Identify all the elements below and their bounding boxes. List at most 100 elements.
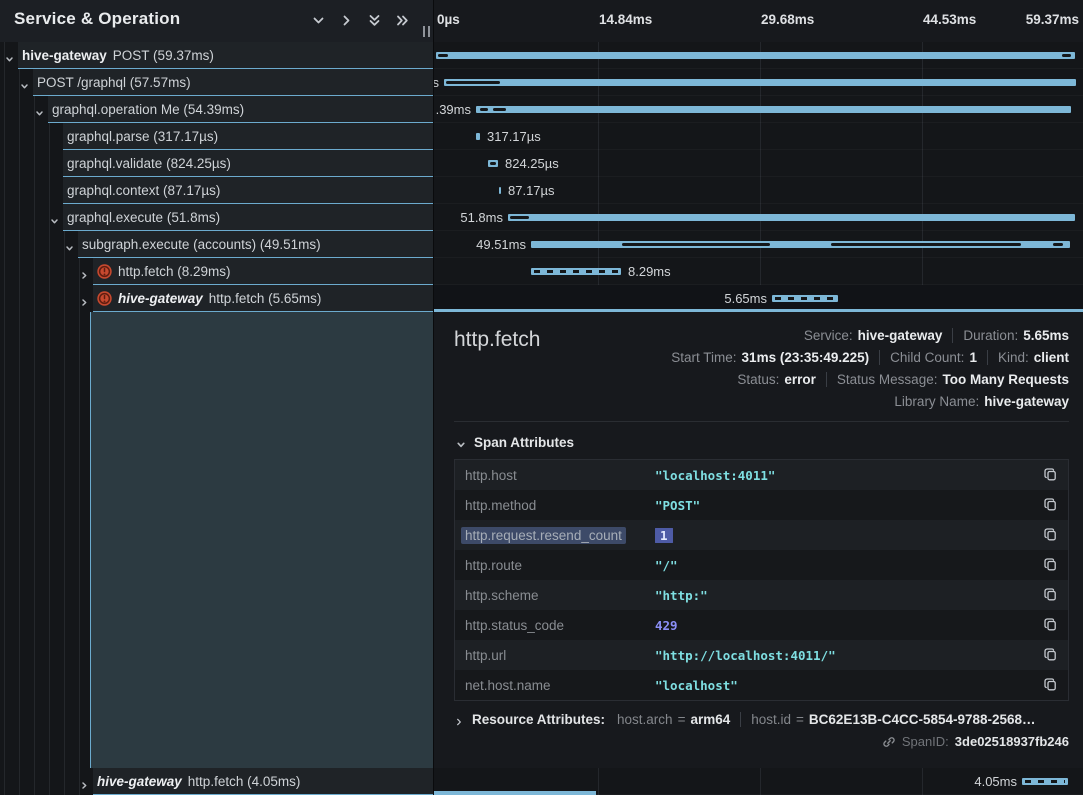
tree-row[interactable]: hive-gateway http.fetch (5.65ms) <box>0 285 434 312</box>
axis-tick-label: 14.84ms <box>599 12 652 27</box>
tree-row-content[interactable]: http.fetch (8.29ms) <box>93 258 434 285</box>
copy-button[interactable] <box>1042 467 1058 483</box>
tree-row-content[interactable]: subgraph.execute (accounts) (49.51ms) <box>78 231 434 258</box>
chevrons-down-icon[interactable] <box>367 13 382 28</box>
tree-row-content[interactable]: hive-gatewayhttp.fetch (4.05ms) <box>93 768 434 795</box>
span-bar[interactable] <box>531 241 1070 248</box>
copy-button[interactable] <box>1042 677 1058 693</box>
chevron-down-icon[interactable] <box>20 78 29 87</box>
span-meta-line: Start Time:31ms (23:35:49.225)Child Coun… <box>671 346 1069 368</box>
chevron-right-icon <box>454 715 464 725</box>
tree-row[interactable]: POST /graphql (57.57ms) <box>0 69 434 96</box>
chevron-right-icon[interactable] <box>80 777 89 786</box>
timeline-row[interactable] <box>434 42 1083 69</box>
resource-attributes-title: Resource Attributes: <box>472 712 605 727</box>
tree-row[interactable]: graphql.context (87.17µs) <box>0 177 434 204</box>
chevron-down-icon[interactable] <box>35 105 44 114</box>
span-bar[interactable] <box>444 79 1076 86</box>
span-label: http.fetch (5.65ms) <box>209 291 322 306</box>
span-bar[interactable] <box>476 133 480 140</box>
span-bar[interactable] <box>1022 778 1068 785</box>
axis-tick-label: 59.37ms <box>1026 12 1079 27</box>
tree-row-content[interactable]: hive-gateway http.fetch (5.65ms) <box>93 285 434 312</box>
chevron-down-icon[interactable] <box>311 13 326 28</box>
tree-row-content[interactable]: graphql.context (87.17µs) <box>63 177 434 204</box>
tree-row-content[interactable]: graphql.operation Me (54.39ms) <box>48 96 434 123</box>
copy-icon <box>1043 680 1058 695</box>
span-bar[interactable] <box>508 214 1075 221</box>
span-bar[interactable] <box>488 160 498 167</box>
copy-button[interactable] <box>1042 617 1058 633</box>
attribute-value: "http:" <box>655 588 1042 603</box>
meta-value: 1 <box>969 350 977 365</box>
panel-resize-handle[interactable] <box>423 26 430 37</box>
timeline-row[interactable]: 5.65ms <box>434 285 1083 312</box>
tree-row[interactable]: graphql.operation Me (54.39ms) <box>0 96 434 123</box>
resource-key: host.id <box>751 712 791 727</box>
tree-row[interactable]: hive-gatewayPOST (59.37ms) <box>0 42 434 69</box>
tree-header-actions <box>311 13 410 28</box>
span-bar[interactable] <box>499 187 501 194</box>
timeline-row[interactable]: .39ms <box>434 96 1083 123</box>
meta-divider <box>987 350 988 365</box>
timeline-row[interactable]: 8.29ms <box>434 258 1083 285</box>
tree-row-content[interactable]: POST /graphql (57.57ms) <box>33 69 434 96</box>
resource-divider <box>740 712 741 727</box>
copy-button[interactable] <box>1042 557 1058 573</box>
span-label: POST (59.37ms) <box>113 48 214 63</box>
bar-self-time-mark <box>438 54 448 57</box>
copy-button[interactable] <box>1042 497 1058 513</box>
span-attributes-title: Span Attributes <box>474 435 574 450</box>
timeline-row[interactable]: s <box>434 69 1083 96</box>
bar-dash-pattern <box>775 297 835 300</box>
tree-row[interactable]: graphql.validate (824.25µs) <box>0 150 434 177</box>
chevron-down-icon[interactable] <box>65 240 74 249</box>
tree-row-content[interactable]: graphql.validate (824.25µs) <box>63 150 434 177</box>
tree-row-content[interactable]: graphql.execute (51.8ms) <box>63 204 434 231</box>
copy-button[interactable] <box>1042 647 1058 663</box>
span-bar[interactable] <box>476 106 1071 113</box>
timeline-row[interactable]: 49.51ms <box>434 231 1083 258</box>
timeline-row[interactable]: 824.25µs <box>434 150 1083 177</box>
tree-row-content[interactable]: graphql.parse (317.17µs) <box>63 123 434 150</box>
resource-value: arm64 <box>690 712 730 727</box>
chevron-right-icon[interactable] <box>80 267 89 276</box>
timeline-row[interactable]: 87.17µs <box>434 177 1083 204</box>
span-attributes-header[interactable]: Span Attributes <box>456 435 1069 450</box>
span-bar[interactable] <box>772 295 838 302</box>
copy-button[interactable] <box>1042 527 1058 543</box>
bar-self-time-mark <box>831 243 1021 246</box>
tree-row[interactable]: graphql.execute (51.8ms) <box>0 204 434 231</box>
copy-icon <box>1043 560 1058 575</box>
attribute-key: http.status_code <box>465 618 655 633</box>
copy-button[interactable] <box>1042 587 1058 603</box>
meta-divider <box>879 350 880 365</box>
chevron-right-icon[interactable] <box>80 294 89 303</box>
span-bar[interactable] <box>531 268 621 275</box>
chevron-down-icon[interactable] <box>50 213 59 222</box>
meta-label: Status: <box>737 372 779 387</box>
resource-value: BC62E13B-C4CC-5854-9788-2568… <box>809 712 1036 727</box>
attribute-key: http.route <box>465 558 655 573</box>
service-name: hive-gateway <box>118 291 203 306</box>
attribute-value: "POST" <box>655 498 1042 513</box>
timeline-row[interactable]: 51.8ms <box>434 204 1083 231</box>
chevrons-right-icon[interactable] <box>395 13 410 28</box>
span-id-row: SpanID: 3de02518937fb246 <box>454 734 1069 749</box>
tree-row[interactable]: graphql.parse (317.17µs) <box>0 123 434 150</box>
span-bar[interactable] <box>436 52 1075 59</box>
tree-row-content[interactable]: hive-gatewayPOST (59.37ms) <box>18 42 434 69</box>
chevron-down-icon[interactable] <box>5 51 14 60</box>
chevron-right-icon[interactable] <box>339 13 354 28</box>
panel-divider <box>433 0 434 795</box>
tree-row[interactable]: subgraph.execute (accounts) (49.51ms) <box>0 231 434 258</box>
tree-row[interactable]: hive-gatewayhttp.fetch (4.05ms) <box>0 768 434 795</box>
link-icon[interactable] <box>882 735 896 749</box>
bar-duration-label: 87.17µs <box>508 183 555 198</box>
details-divider <box>454 421 1069 422</box>
tree-row[interactable]: http.fetch (8.29ms) <box>0 258 434 285</box>
trace-viewer: hive-gatewayPOST (59.37ms)POST /graphql … <box>0 0 1083 795</box>
resource-attributes-row[interactable]: Resource Attributes:host.arch=arm64host.… <box>454 712 1069 727</box>
timeline-row[interactable]: 317.17µs <box>434 123 1083 150</box>
bar-self-time-mark <box>493 108 506 111</box>
